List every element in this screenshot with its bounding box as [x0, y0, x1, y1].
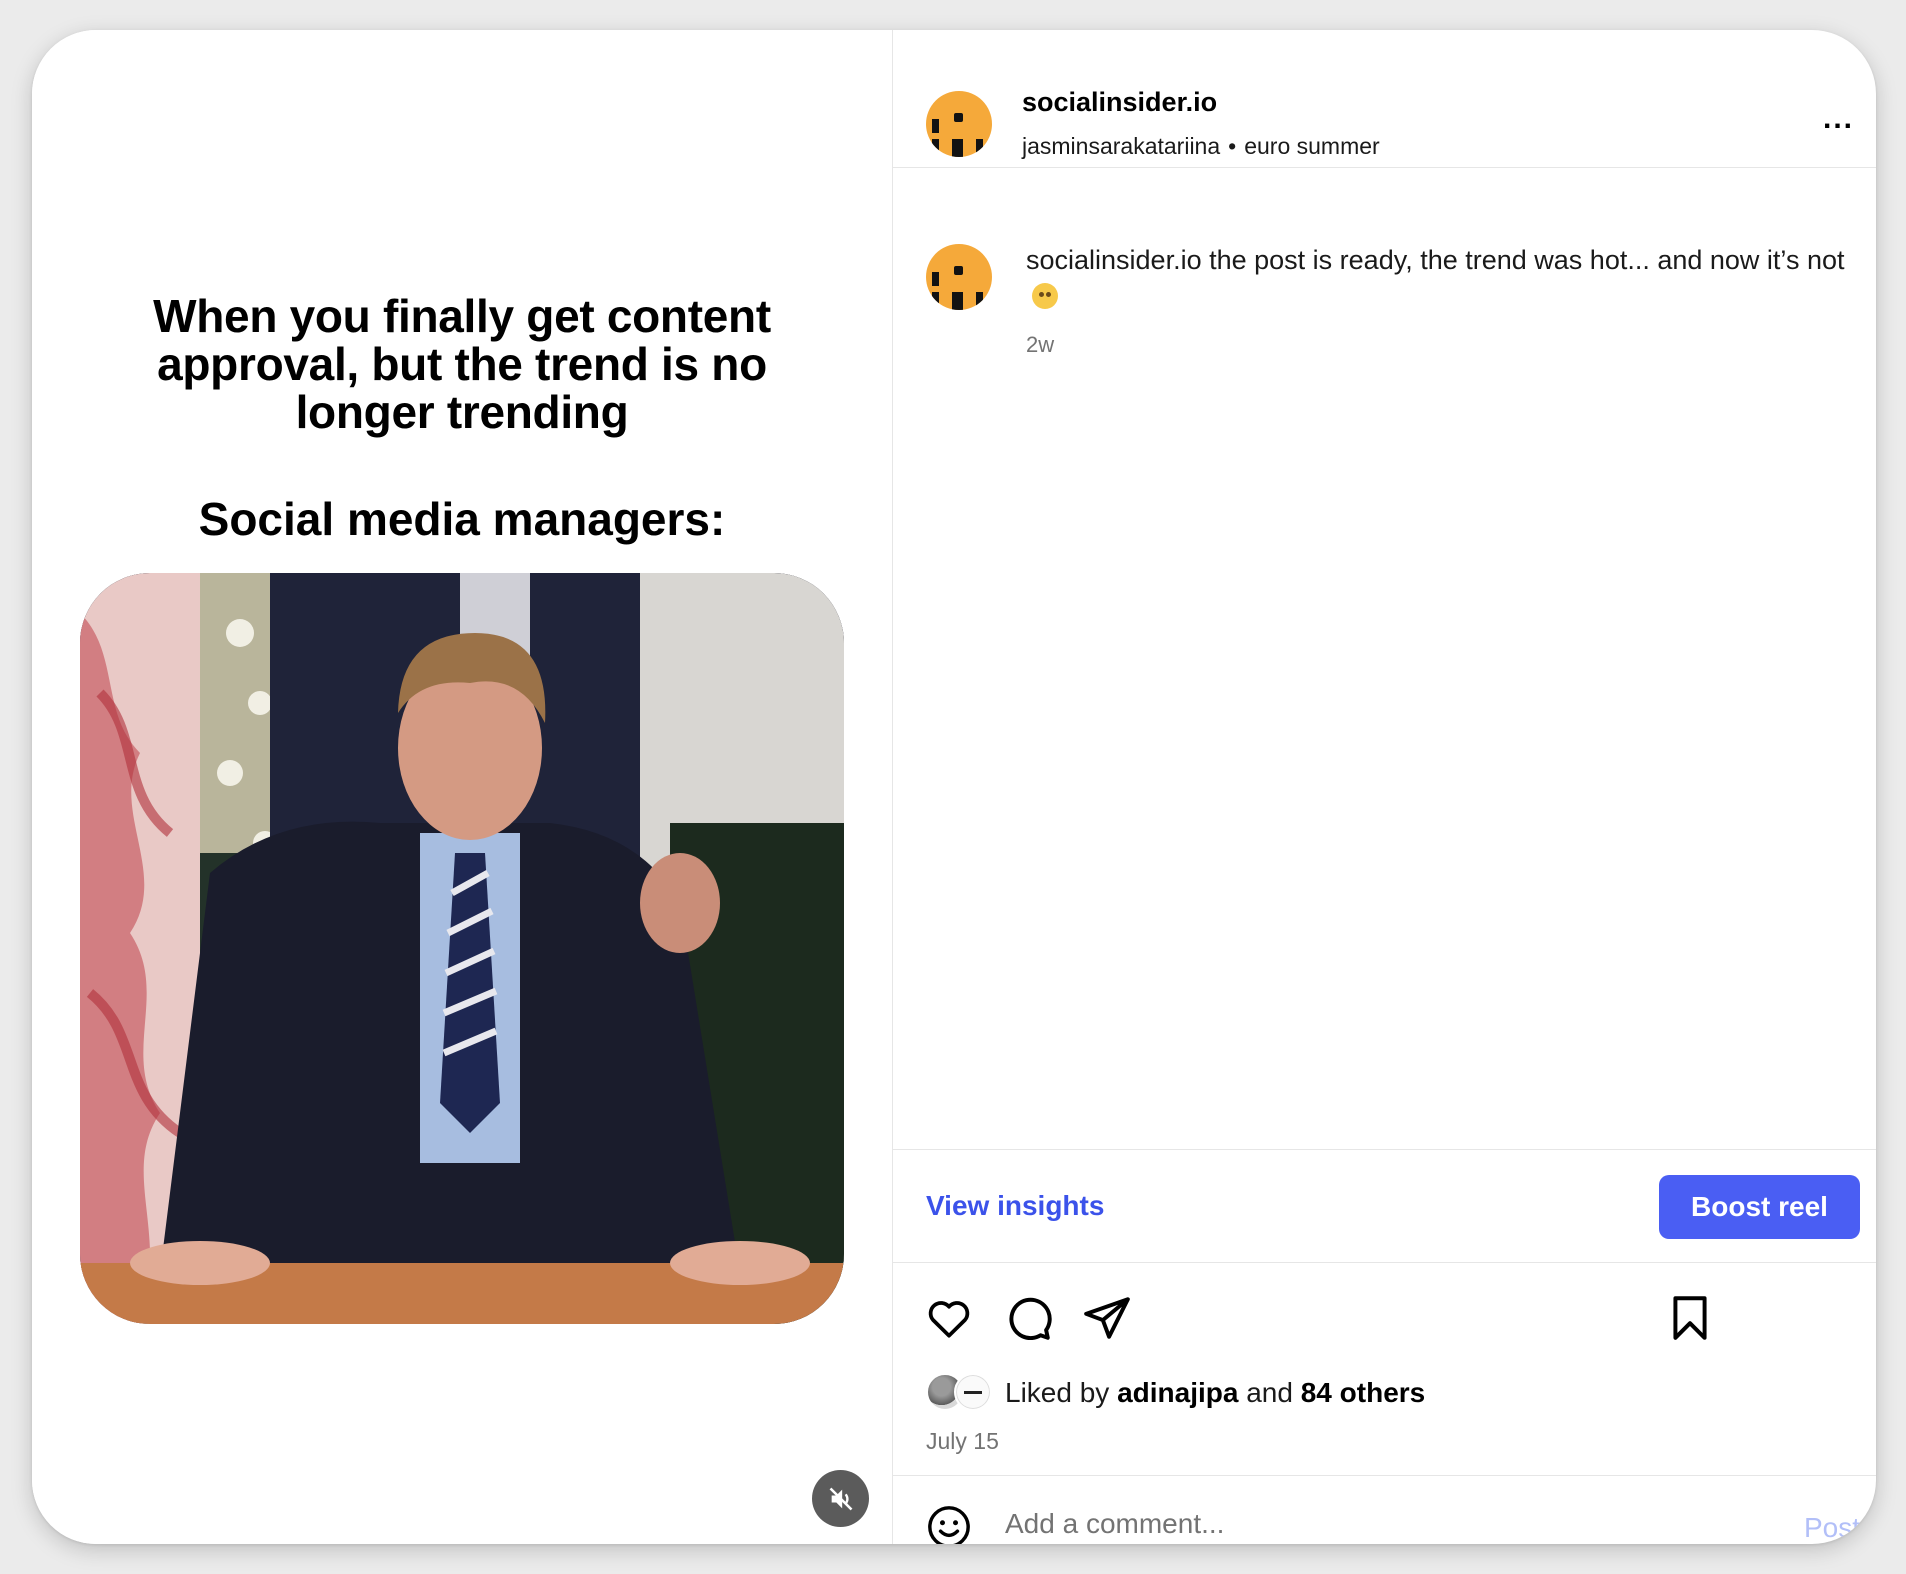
liker-avatars [926, 1373, 998, 1413]
comment-timestamp[interactable]: 2w [1026, 332, 1054, 358]
meme-caption-punchline: Social media managers: [198, 493, 726, 545]
caption-body: the post is ready, the trend was hot... … [1209, 245, 1845, 275]
add-comment-bar: Post [893, 1475, 1876, 1544]
post-dialog: When you finally get content approval, b… [32, 30, 1876, 1544]
account-username[interactable]: socialinsider.io [1022, 87, 1217, 118]
meme-caption: When you finally get content approval, b… [153, 290, 771, 438]
caption-comment: socialinsider.io the post is ready, the … [893, 168, 1876, 1150]
likes-text: Liked by adinajipa and 84 others [1005, 1377, 1426, 1408]
liker-avatar [954, 1373, 992, 1411]
comment-input[interactable] [1005, 1504, 1705, 1544]
boost-reel-button[interactable]: Boost reel [1659, 1175, 1860, 1239]
audio-info: jasminsarakatariina • euro summer [1022, 133, 1380, 160]
share-icon[interactable] [1082, 1293, 1132, 1343]
post-comment-button[interactable]: Post [1804, 1512, 1860, 1544]
post-date[interactable]: July 15 [926, 1428, 999, 1455]
separator: • [1228, 133, 1237, 159]
action-bar: Liked by adinajipa and 84 others July 15 [893, 1263, 1876, 1475]
account-avatar[interactable] [926, 91, 992, 157]
reel-media[interactable]: When you finally get content approval, b… [32, 30, 893, 1544]
caption-text: socialinsider.io the post is ready, the … [1026, 242, 1846, 314]
heart-icon[interactable] [924, 1293, 974, 1343]
insights-bar: View insights Boost reel [893, 1149, 1876, 1263]
audio-title[interactable]: euro summer [1244, 133, 1379, 159]
post-details: socialinsider.io jasminsarakatariina • eur… [893, 30, 1876, 1544]
meme-photo [80, 573, 844, 1324]
more-icon[interactable]: ... [1823, 104, 1854, 134]
mute-button[interactable] [812, 1470, 869, 1527]
comment-icon[interactable] [1003, 1293, 1053, 1343]
post-header: socialinsider.io jasminsarakatariina • eur… [893, 30, 1876, 168]
likes-count[interactable]: 84 others [1301, 1377, 1426, 1408]
view-insights-link[interactable]: View insights [926, 1190, 1104, 1222]
likes-summary[interactable]: Liked by adinajipa and 84 others [926, 1373, 1425, 1413]
emoji-icon[interactable] [926, 1504, 972, 1544]
bookmark-icon[interactable] [1665, 1293, 1715, 1343]
liker-username[interactable]: adinajipa [1117, 1377, 1238, 1408]
mute-icon [829, 1487, 852, 1510]
face-emoji-icon [1032, 283, 1058, 309]
comment-avatar[interactable] [926, 244, 992, 310]
caption-username[interactable]: socialinsider.io [1026, 245, 1202, 275]
audio-author[interactable]: jasminsarakatariina [1022, 133, 1220, 159]
